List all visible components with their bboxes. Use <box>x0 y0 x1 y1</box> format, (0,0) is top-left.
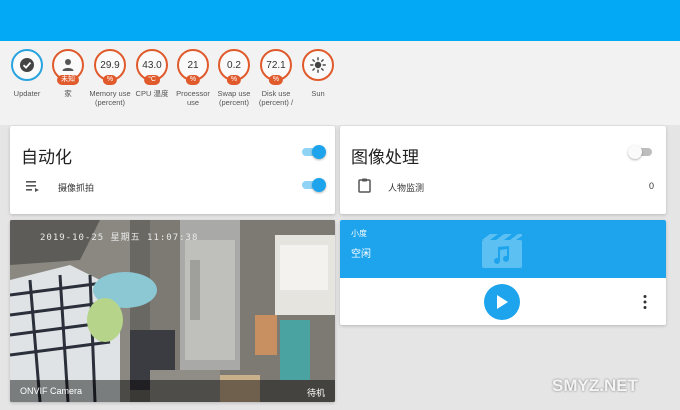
toggle-knob <box>628 145 642 159</box>
badge-updater[interactable]: Updater <box>5 49 49 98</box>
badge-value: 29.9 <box>100 59 120 71</box>
camera-feed <box>10 220 335 402</box>
badge-bar: Updater 未知 家 29.9 % Memory use (percent)… <box>0 41 680 125</box>
badge-label: Updater <box>13 89 41 98</box>
badge-label: Memory use (percent) <box>89 89 131 107</box>
badge-disk[interactable]: 72.1 % Disk use (percent) / <box>254 49 298 107</box>
automation-group-toggle[interactable] <box>300 145 326 159</box>
image-row-value: 0 <box>649 181 655 191</box>
sun-icon <box>310 57 326 73</box>
toggle-knob <box>312 145 326 159</box>
badge-value: 72.1 <box>266 59 286 71</box>
badge-label: Disk use (percent) / <box>258 89 294 107</box>
badge-value: 43.0 <box>142 59 162 71</box>
badge-cpu-temp[interactable]: 43.0 °C CPU 温度 <box>130 49 174 98</box>
clipboard-icon <box>358 178 371 193</box>
media-player-card: 小度 空闲 <box>340 220 666 325</box>
badge-label: Sun <box>311 89 325 98</box>
badge-updater-ring <box>11 49 43 81</box>
media-header[interactable]: 小度 空闲 <box>340 220 666 278</box>
toggle-knob <box>312 178 326 192</box>
badge-unit: °C <box>144 75 160 85</box>
badge-memory[interactable]: 29.9 % Memory use (percent) <box>88 49 132 107</box>
automation-title: 自动化 <box>21 148 72 167</box>
camera-card[interactable]: 2019-10-25 星期五 11:07:38 ONVIF Camera 待机 <box>10 220 335 402</box>
playlist-icon <box>26 181 39 192</box>
camera-timestamp: 2019-10-25 星期五 11:07:38 <box>40 233 199 243</box>
more-vert-icon[interactable] <box>642 294 648 310</box>
person-icon <box>62 59 74 71</box>
watermark: SMYZ.NET <box>552 376 638 395</box>
badge-value: 21 <box>187 59 199 71</box>
badge-label: Swap use (percent) <box>217 89 251 107</box>
camera-name: ONVIF Camera <box>20 386 83 396</box>
play-button[interactable] <box>484 284 520 320</box>
image-processing-title: 图像处理 <box>351 148 419 167</box>
badge-unit: 未知 <box>57 75 79 85</box>
media-state: 空闲 <box>351 249 371 260</box>
badge-disk-ring: 72.1 % <box>260 49 292 85</box>
badge-swap-ring: 0.2 % <box>218 49 250 85</box>
top-app-bar <box>0 0 680 41</box>
movie-icon <box>482 234 522 268</box>
badge-label: 家 <box>64 89 72 98</box>
media-name: 小度 <box>351 229 367 238</box>
play-icon <box>497 295 508 309</box>
badge-sun[interactable]: Sun <box>296 49 340 98</box>
badge-label: CPU 温度 <box>135 89 169 98</box>
image-processing-toggle[interactable] <box>628 145 654 159</box>
badge-swap[interactable]: 0.2 % Swap use (percent) <box>212 49 256 107</box>
badge-processor[interactable]: 21 % Processor use <box>171 49 215 107</box>
badge-value: 0.2 <box>227 59 241 71</box>
badge-unit: % <box>226 75 242 85</box>
badge-label: Processor use <box>176 89 210 107</box>
image-row-label: 人物监测 <box>388 183 425 193</box>
badge-unit: % <box>102 75 118 85</box>
automation-card: 自动化 摄像抓拍 <box>10 126 335 214</box>
badge-unit: % <box>268 75 284 85</box>
automation-row-label: 摄像抓拍 <box>58 183 95 193</box>
badge-cpu-temp-ring: 43.0 °C <box>136 49 168 85</box>
camera-state: 待机 <box>306 388 325 398</box>
badge-processor-ring: 21 % <box>177 49 209 85</box>
badge-home-ring: 未知 <box>52 49 84 85</box>
image-processing-card: 图像处理 人物监测 0 <box>340 126 666 214</box>
badge-home[interactable]: 未知 家 <box>46 49 90 98</box>
badge-memory-ring: 29.9 % <box>94 49 126 85</box>
check-circle-icon <box>20 58 34 72</box>
badge-sun-ring <box>302 49 334 81</box>
automation-row-toggle[interactable] <box>300 178 326 192</box>
camera-footer: ONVIF Camera 待机 <box>10 380 335 402</box>
badge-unit: % <box>185 75 201 85</box>
